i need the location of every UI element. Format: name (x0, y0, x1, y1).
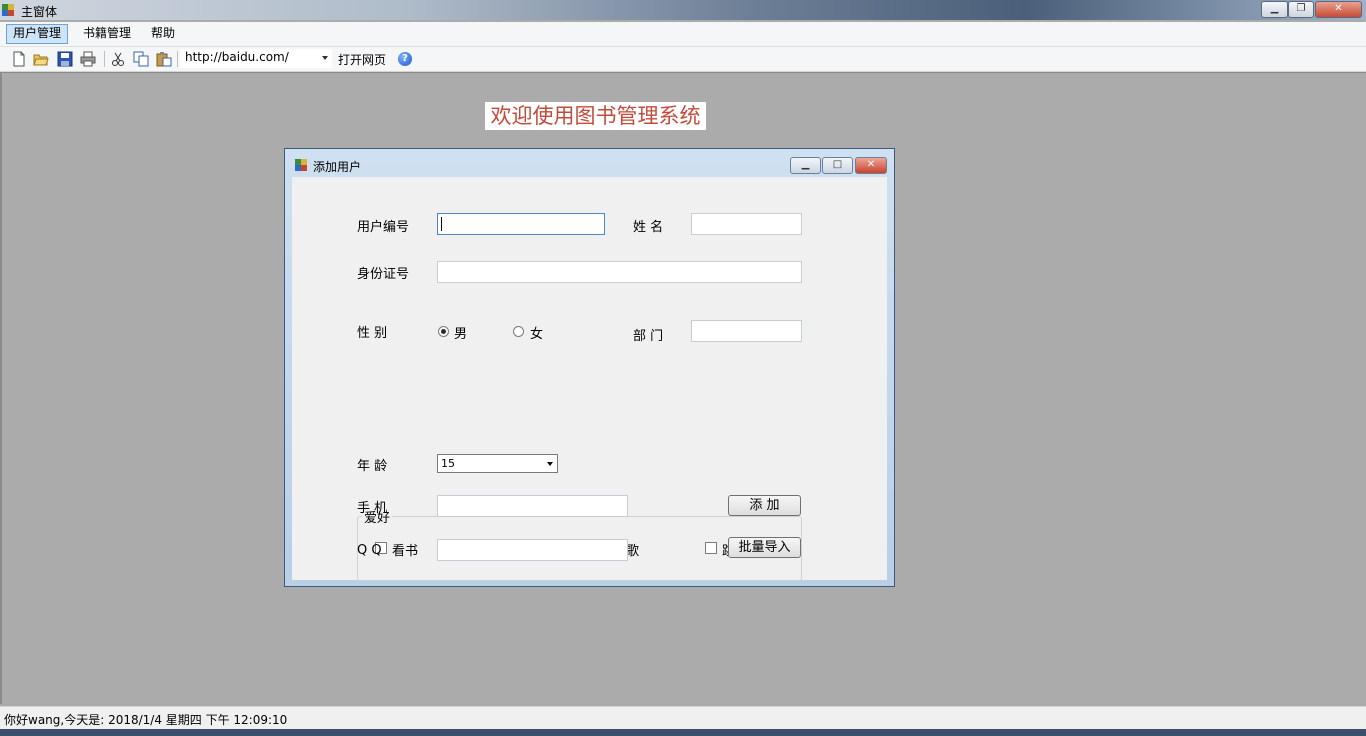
gender-female-radio[interactable] (513, 326, 524, 337)
help-icon[interactable]: ? (398, 52, 412, 66)
main-window-title: 主窗体 (21, 5, 58, 19)
qq-label: Q Q (357, 543, 382, 558)
new-file-icon[interactable] (11, 51, 27, 67)
welcome-banner: 欢迎使用图书管理系统 (485, 102, 706, 130)
main-window-titlebar: 主窗体 ▁ ❐ ✕ (0, 0, 1366, 20)
taskbar-strip (0, 729, 1366, 736)
app-icon (2, 4, 14, 16)
hobby-dancing-checkbox[interactable] (705, 542, 717, 554)
qq-input[interactable] (437, 539, 628, 561)
gender-male-label[interactable]: 男 (454, 323, 467, 342)
user-id-input[interactable] (437, 213, 605, 235)
open-folder-icon[interactable] (33, 51, 49, 67)
menu-bar: 用户管理 书籍管理 帮助 (0, 22, 1366, 47)
open-webpage-button[interactable]: 打开网页 (338, 51, 386, 68)
name-label: 姓 名 (633, 220, 664, 235)
paste-icon[interactable] (156, 51, 172, 67)
gender-female-label[interactable]: 女 (530, 323, 543, 342)
age-combo[interactable]: 15 (437, 454, 558, 473)
dropdown-arrow-icon[interactable] (547, 462, 553, 466)
save-icon[interactable] (57, 51, 73, 67)
menu-user-management[interactable]: 用户管理 (6, 24, 69, 44)
cut-icon[interactable] (110, 51, 126, 67)
copy-icon[interactable] (133, 51, 149, 67)
hobby-reading-label[interactable]: 看书 (392, 540, 418, 559)
age-label: 年 龄 (357, 459, 388, 474)
status-bar: 你好wang,今天是: 2018/1/4 星期四 下午 12:09:10 (0, 706, 1366, 730)
batch-import-button[interactable]: 批量导入 (728, 537, 801, 558)
dialog-close-button[interactable]: ✕ (855, 157, 887, 174)
dialog-maximize-button[interactable]: □ (822, 157, 853, 174)
dialog-client-area: 用户编号 姓 名 身份证号 性 别 男 女 部 门 爱好 看书 写字 唱歌 跳舞… (292, 177, 887, 581)
gender-male-radio[interactable] (438, 326, 449, 337)
phone-input[interactable] (437, 495, 628, 517)
minimize-button[interactable]: ▁ (1261, 1, 1288, 18)
department-label: 部 门 (633, 329, 664, 344)
toolbar-separator (177, 51, 178, 67)
name-input[interactable] (691, 213, 802, 235)
maximize-button[interactable]: ❐ (1288, 1, 1314, 18)
department-input[interactable] (691, 320, 802, 342)
gender-label: 性 别 (357, 326, 388, 341)
menu-book-management[interactable]: 书籍管理 (77, 24, 137, 42)
add-button[interactable]: 添 加 (728, 495, 801, 516)
user-id-label: 用户编号 (357, 220, 410, 235)
dialog-minimize-button[interactable]: ▁ (790, 157, 821, 174)
add-user-dialog: 添加用户 ▁ □ ✕ 用户编号 姓 名 身份证号 性 别 男 女 部 门 爱好 … (284, 148, 895, 587)
menu-help[interactable]: 帮助 (145, 24, 181, 42)
text-caret (441, 217, 442, 231)
print-icon[interactable] (80, 51, 96, 67)
status-text: 你好wang,今天是: 2018/1/4 星期四 下午 12:09:10 (4, 713, 288, 727)
url-value: http://baidu.com/ (185, 50, 289, 64)
close-button[interactable]: ✕ (1315, 1, 1362, 18)
id-card-input[interactable] (437, 261, 802, 283)
dialog-app-icon (295, 159, 307, 171)
url-combo[interactable]: http://baidu.com/ (180, 49, 332, 68)
toolbar: http://baidu.com/ 打开网页 ? (0, 47, 1366, 72)
dropdown-arrow-icon[interactable] (322, 56, 328, 60)
dialog-title: 添加用户 (313, 160, 362, 174)
toolbar-separator (104, 51, 105, 67)
phone-label: 手 机 (357, 501, 388, 516)
age-value: 15 (441, 457, 455, 470)
id-card-label: 身份证号 (357, 267, 410, 282)
